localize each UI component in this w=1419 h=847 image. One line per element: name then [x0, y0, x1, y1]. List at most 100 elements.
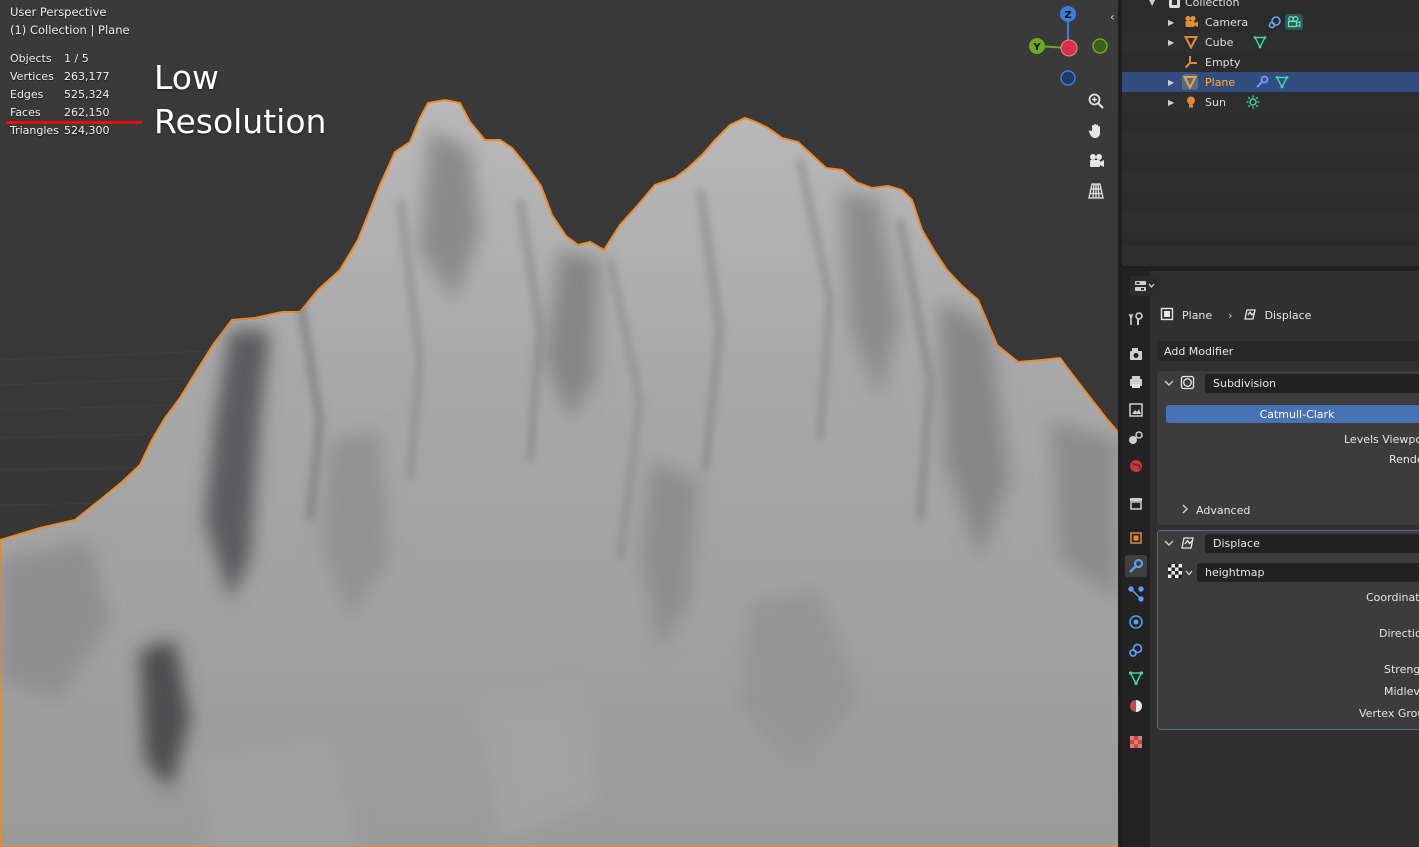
empty-icon [1183, 54, 1199, 70]
breadcrumb-object: Plane [1182, 309, 1213, 322]
outliner-item-label: Empty [1205, 55, 1241, 69]
light-data-icon[interactable] [1244, 94, 1262, 110]
stat-label: Triangles [10, 124, 59, 137]
tool-tab-icon[interactable] [1125, 308, 1147, 330]
texture-browse-button[interactable] [1168, 563, 1196, 582]
grid-perspective-icon[interactable] [1083, 178, 1109, 204]
advanced-label: Advanced [1196, 504, 1251, 517]
strength-label: Strengt [1384, 663, 1419, 676]
outliner-row-empty[interactable]: Empty [1122, 52, 1419, 72]
object-square-icon [1160, 307, 1174, 324]
stat-label: Objects [10, 52, 52, 65]
collapse-chevron-icon[interactable] [1164, 537, 1174, 550]
outliner-item-label: Sun [1205, 95, 1226, 109]
collection-icon [1166, 0, 1182, 10]
view-layer-tab-icon[interactable] [1125, 399, 1147, 421]
outliner-empty-row [1122, 212, 1419, 232]
mesh-data-icon[interactable] [1273, 74, 1291, 90]
world-tab-icon[interactable] [1125, 455, 1147, 477]
displace-modifier-panel: Displace heightmap Coordinate Directio S… [1157, 530, 1419, 730]
outliner-empty-row [1122, 132, 1419, 152]
catmull-clark-button[interactable]: Catmull-Clark [1166, 405, 1419, 423]
breadcrumb: Plane › Displace [1160, 307, 1311, 324]
outliner-row-plane[interactable]: ▶ Plane [1122, 72, 1419, 92]
outliner-row-cube[interactable]: ▶ Cube [1122, 32, 1419, 52]
zoom-icon[interactable] [1083, 88, 1109, 114]
gizmo-neg-y-axis[interactable] [1092, 38, 1108, 54]
camera-icon [1183, 14, 1199, 30]
breadcrumb-modifier: Displace [1264, 309, 1312, 322]
outliner-empty-row [1122, 246, 1419, 266]
pan-hand-icon[interactable] [1083, 118, 1109, 144]
expand-triangle-icon[interactable]: ▶ [1168, 18, 1174, 27]
expand-triangle-icon[interactable]: ▶ [1168, 98, 1174, 107]
mesh-icon [1183, 34, 1199, 50]
expand-triangle-icon[interactable]: ▶ [1168, 78, 1174, 87]
expand-chevron-icon [1181, 504, 1189, 517]
subdivision-modifier-panel: Subdivision Catmull-Clark Levels Viewpor… [1157, 371, 1419, 525]
constraint-icon[interactable] [1266, 14, 1284, 30]
advanced-subpanel[interactable]: Advanced [1181, 504, 1250, 517]
subdivision-icon [1180, 375, 1195, 393]
checker-texture-icon [1168, 564, 1182, 581]
annotation-resolution: Resolution [154, 102, 327, 141]
camera-view-icon[interactable] [1083, 148, 1109, 174]
modifier-panel-content: Plane › Displace Add Modifier Subdivisio… [1150, 271, 1419, 847]
constraints-tab-icon[interactable] [1125, 639, 1147, 661]
collapse-triangle-icon[interactable]: ▼ [1149, 0, 1155, 7]
dropdown-chevron-icon [1185, 566, 1193, 579]
view-name: User Perspective [10, 5, 107, 19]
3d-viewport[interactable]: User Perspective (1) Collection | Plane … [0, 0, 1118, 847]
subdivision-name-field[interactable]: Subdivision [1205, 374, 1419, 393]
object-data-tab-icon[interactable] [1125, 667, 1147, 689]
add-modifier-button[interactable]: Add Modifier [1157, 341, 1419, 361]
render-levels-label: Rende [1389, 453, 1419, 466]
properties-editor[interactable]: Plane › Displace Add Modifier Subdivisio… [1122, 271, 1419, 847]
annotation-underline [6, 121, 142, 124]
texture-tab-icon[interactable] [1125, 731, 1147, 753]
outliner-row-collection[interactable]: ▼ Collection [1122, 0, 1419, 12]
direction-label: Directio [1379, 627, 1419, 640]
vertex-group-label: Vertex Grou [1359, 707, 1419, 720]
material-tab-icon[interactable] [1125, 695, 1147, 717]
displace-header[interactable]: Displace [1158, 531, 1419, 555]
outliner-item-label: Plane [1205, 75, 1236, 89]
texture-name-field[interactable]: heightmap [1197, 563, 1419, 582]
displace-icon [1243, 307, 1257, 324]
stat-value: 1 / 5 [64, 52, 89, 65]
collapse-chevron-icon[interactable] [1164, 377, 1174, 390]
physics-tab-icon[interactable] [1125, 611, 1147, 633]
displace-name-field[interactable]: Displace [1205, 534, 1419, 553]
stat-vertices: Vertices 263,177 [10, 70, 124, 88]
camera-data-icon[interactable] [1285, 14, 1303, 30]
stat-triangles: Triangles 524,300 [10, 124, 124, 142]
levels-viewport-label: Levels Viewpor [1344, 433, 1419, 446]
modifier-wrench-icon[interactable] [1253, 74, 1271, 90]
outliner-row-sun[interactable]: ▶ Sun [1122, 92, 1419, 112]
stat-edges: Edges 525,324 [10, 88, 124, 106]
outliner-row-camera[interactable]: ▶ Camera [1122, 12, 1419, 32]
outliner-item-label: Cube [1205, 35, 1234, 49]
stat-value: 524,300 [64, 124, 110, 137]
object-tab-icon[interactable] [1125, 527, 1147, 549]
modifier-tab-icon[interactable] [1125, 555, 1147, 577]
breadcrumb-chevron-icon: › [1228, 309, 1233, 322]
scene-tab-icon[interactable] [1125, 427, 1147, 449]
navigation-gizmo[interactable]: Z Y [1020, 0, 1115, 95]
gizmo-neg-z-axis[interactable] [1060, 70, 1076, 86]
render-tab-icon[interactable] [1125, 343, 1147, 365]
stat-objects: Objects 1 / 5 [10, 52, 124, 70]
collection-tab-icon[interactable] [1125, 492, 1147, 514]
particles-tab-icon[interactable] [1125, 583, 1147, 605]
outliner[interactable]: ▼ Collection ▶ Camera ▶ Cube Empty ▶ Pla… [1122, 0, 1419, 266]
outliner-empty-row [1122, 172, 1419, 192]
collapse-arrow-icon[interactable]: ‹ [1110, 10, 1115, 24]
subdivision-header[interactable]: Subdivision [1157, 371, 1419, 395]
expand-triangle-icon[interactable]: ▶ [1168, 38, 1174, 47]
displace-icon [1180, 535, 1195, 553]
gizmo-x-axis[interactable] [1060, 39, 1078, 57]
outliner-item-label: Camera [1205, 15, 1249, 29]
output-tab-icon[interactable] [1125, 371, 1147, 393]
gizmo-z-label: Z [1064, 10, 1071, 21]
mesh-data-icon[interactable] [1251, 34, 1269, 50]
